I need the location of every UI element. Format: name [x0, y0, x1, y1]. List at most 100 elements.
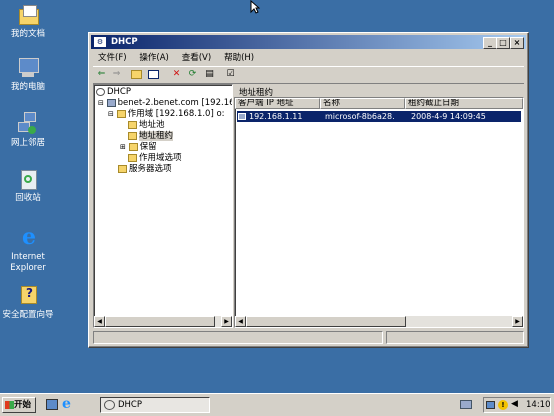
scrollbar-thumb[interactable] — [246, 316, 406, 327]
desktop-icon-label: 安全配置向导 — [2, 310, 54, 320]
quicklaunch-desktop-icon[interactable] — [46, 399, 58, 410]
folder-icon — [118, 164, 127, 173]
column-header-expiry[interactable]: 租约截止日期 — [405, 98, 523, 109]
tree-scope[interactable]: ⊟ 作用域 [192.168.1.0] o: — [108, 109, 225, 120]
desktop-icon-my-computer[interactable]: 我的电脑 — [0, 56, 63, 93]
lease-icon — [238, 113, 246, 120]
menu-bar: 文件(F) 操作(A) 查看(V) 帮助(H) — [93, 51, 259, 65]
network-places-icon — [16, 112, 40, 136]
window-title: DHCP — [111, 37, 138, 47]
tree-horizontal-scrollbar[interactable]: ◀ ▶ — [94, 316, 232, 327]
desktop-icon-security-wizard[interactable]: ? 安全配置向导 — [0, 284, 63, 321]
folder-icon — [128, 153, 137, 162]
tree-root-dhcp[interactable]: DHCP — [96, 87, 131, 98]
scroll-left-icon[interactable]: ◀ — [235, 316, 246, 327]
server-icon — [106, 98, 116, 107]
tree-label: 服务器选项 — [129, 164, 172, 174]
menu-action[interactable]: 操作(A) — [134, 51, 173, 65]
tree-label: 地址租约 — [139, 131, 174, 141]
volume-icon[interactable]: ◀ — [511, 399, 518, 409]
scroll-left-icon[interactable]: ◀ — [94, 316, 105, 327]
desktop-icon-label: Internet Explorer — [10, 252, 46, 273]
desktop-icon-my-documents[interactable]: 我的文档 — [0, 3, 63, 40]
folder-icon — [128, 131, 137, 140]
menu-file[interactable]: 文件(F) — [93, 51, 132, 65]
desktop-icon-internet-explorer[interactable]: e Internet Explorer — [0, 226, 63, 274]
tree-label: 保留 — [139, 142, 157, 152]
internet-explorer-icon: e — [22, 224, 36, 250]
start-button[interactable]: 开始 — [2, 397, 36, 413]
tree-server[interactable]: ⊟ benet-2.benet.com [192.168 — [98, 98, 233, 109]
dhcp-window: ⚙ DHCP _ □ × 文件(F) 操作(A) 查看(V) 帮助(H) ⇐ ⇒… — [88, 32, 529, 348]
tree-server-options[interactable]: 服务器选项 — [118, 164, 172, 175]
delete-icon[interactable]: ✕ — [170, 69, 183, 80]
tree-address-leases[interactable]: 地址租约 — [128, 131, 174, 142]
close-button[interactable]: × — [510, 37, 524, 49]
tree-label: DHCP — [107, 87, 131, 97]
network-connection-icon[interactable] — [486, 401, 495, 409]
desktop-icon-recycle-bin[interactable]: 回收站 — [0, 167, 63, 204]
menu-help[interactable]: 帮助(H) — [219, 51, 259, 65]
window-titlebar[interactable]: ⚙ DHCP _ □ × — [91, 35, 526, 49]
toolbar: ⇐ ⇒ ✕ ⟳ ▤ ☑ — [93, 66, 524, 84]
maximize-button[interactable]: □ — [496, 37, 510, 49]
tray-network-icon[interactable] — [460, 400, 472, 409]
menu-view[interactable]: 查看(V) — [177, 51, 216, 65]
taskbar-button-label: DHCP — [118, 400, 142, 410]
desktop-icon-label: 回收站 — [15, 193, 41, 203]
tree-reservations[interactable]: ⊞ 保留 — [120, 142, 157, 153]
status-pane-1 — [93, 331, 383, 344]
desktop-icon-label: 我的电脑 — [10, 82, 45, 92]
taskbar: 开始 e DHCP ! ◀ 14:10 — [0, 393, 554, 416]
tree-pane: DHCP ⊟ benet-2.benet.com [192.168 ⊟ 作用域 … — [93, 84, 233, 328]
refresh-icon[interactable]: ⟳ — [186, 69, 199, 80]
desktop-icon-label: 我的文档 — [10, 29, 45, 39]
minimize-button[interactable]: _ — [483, 37, 497, 49]
status-bar — [93, 331, 524, 344]
tree-address-pool[interactable]: 地址池 — [128, 120, 165, 131]
tree-label: 地址池 — [139, 120, 165, 130]
scroll-right-icon[interactable]: ▶ — [512, 316, 523, 327]
security-alert-icon[interactable]: ! — [498, 400, 508, 410]
my-documents-icon — [16, 3, 40, 27]
tree-label: benet-2.benet.com [192.168 — [117, 98, 233, 108]
back-arrow-icon[interactable]: ⇐ — [95, 69, 108, 80]
my-computer-icon — [16, 56, 40, 80]
dhcp-task-icon — [104, 400, 115, 410]
properties-icon[interactable]: ☑ — [224, 69, 237, 80]
status-pane-2 — [386, 331, 524, 344]
desktop-icon-network[interactable]: 网上邻居 — [0, 112, 63, 149]
dhcp-icon — [96, 87, 105, 96]
start-label: 开始 — [14, 400, 32, 410]
column-header-name[interactable]: 名称 — [320, 98, 405, 109]
up-folder-icon[interactable] — [131, 69, 144, 80]
table-row[interactable]: 192.168.1.11 microsof-8b6a28. 2008-4-9 1… — [237, 111, 521, 122]
dhcp-app-icon: ⚙ — [94, 37, 106, 47]
collapse-icon[interactable]: ⊟ — [98, 99, 104, 107]
cell-name: microsof-8b6a28. — [325, 112, 395, 121]
folder-icon — [128, 120, 137, 129]
scroll-right-icon[interactable]: ▶ — [221, 316, 232, 327]
forward-arrow-icon[interactable]: ⇒ — [110, 69, 123, 80]
folder-icon — [128, 142, 138, 151]
recycle-bin-icon — [16, 167, 40, 191]
scrollbar-thumb[interactable] — [105, 316, 215, 327]
clock[interactable]: 14:10 — [526, 400, 551, 410]
taskbar-button-dhcp[interactable]: DHCP — [100, 397, 210, 413]
collapse-icon[interactable]: ⊟ — [108, 110, 114, 118]
tree-scope-options[interactable]: 作用域选项 — [128, 153, 182, 164]
show-tree-icon[interactable] — [148, 69, 161, 80]
scope-folder-icon — [116, 109, 126, 118]
cell-ip: 192.168.1.11 — [249, 112, 303, 121]
export-list-icon[interactable]: ▤ — [203, 69, 216, 80]
column-header-ip[interactable]: 客户端 IP 地址 — [235, 98, 320, 109]
tree-label: 作用域选项 — [139, 153, 182, 163]
quicklaunch-ie-icon[interactable]: e — [62, 396, 71, 412]
mouse-cursor-icon — [250, 0, 261, 17]
expand-icon[interactable]: ⊞ — [120, 143, 126, 151]
tree-label: 作用域 [192.168.1.0] o: — [127, 109, 225, 119]
list-pane: 客户端 IP 地址 名称 租约截止日期 192.168.1.11 microso… — [234, 97, 524, 328]
windows-logo-icon — [5, 400, 14, 409]
desktop-icon-label: 网上邻居 — [10, 138, 45, 148]
list-horizontal-scrollbar[interactable]: ◀ ▶ — [235, 316, 523, 327]
